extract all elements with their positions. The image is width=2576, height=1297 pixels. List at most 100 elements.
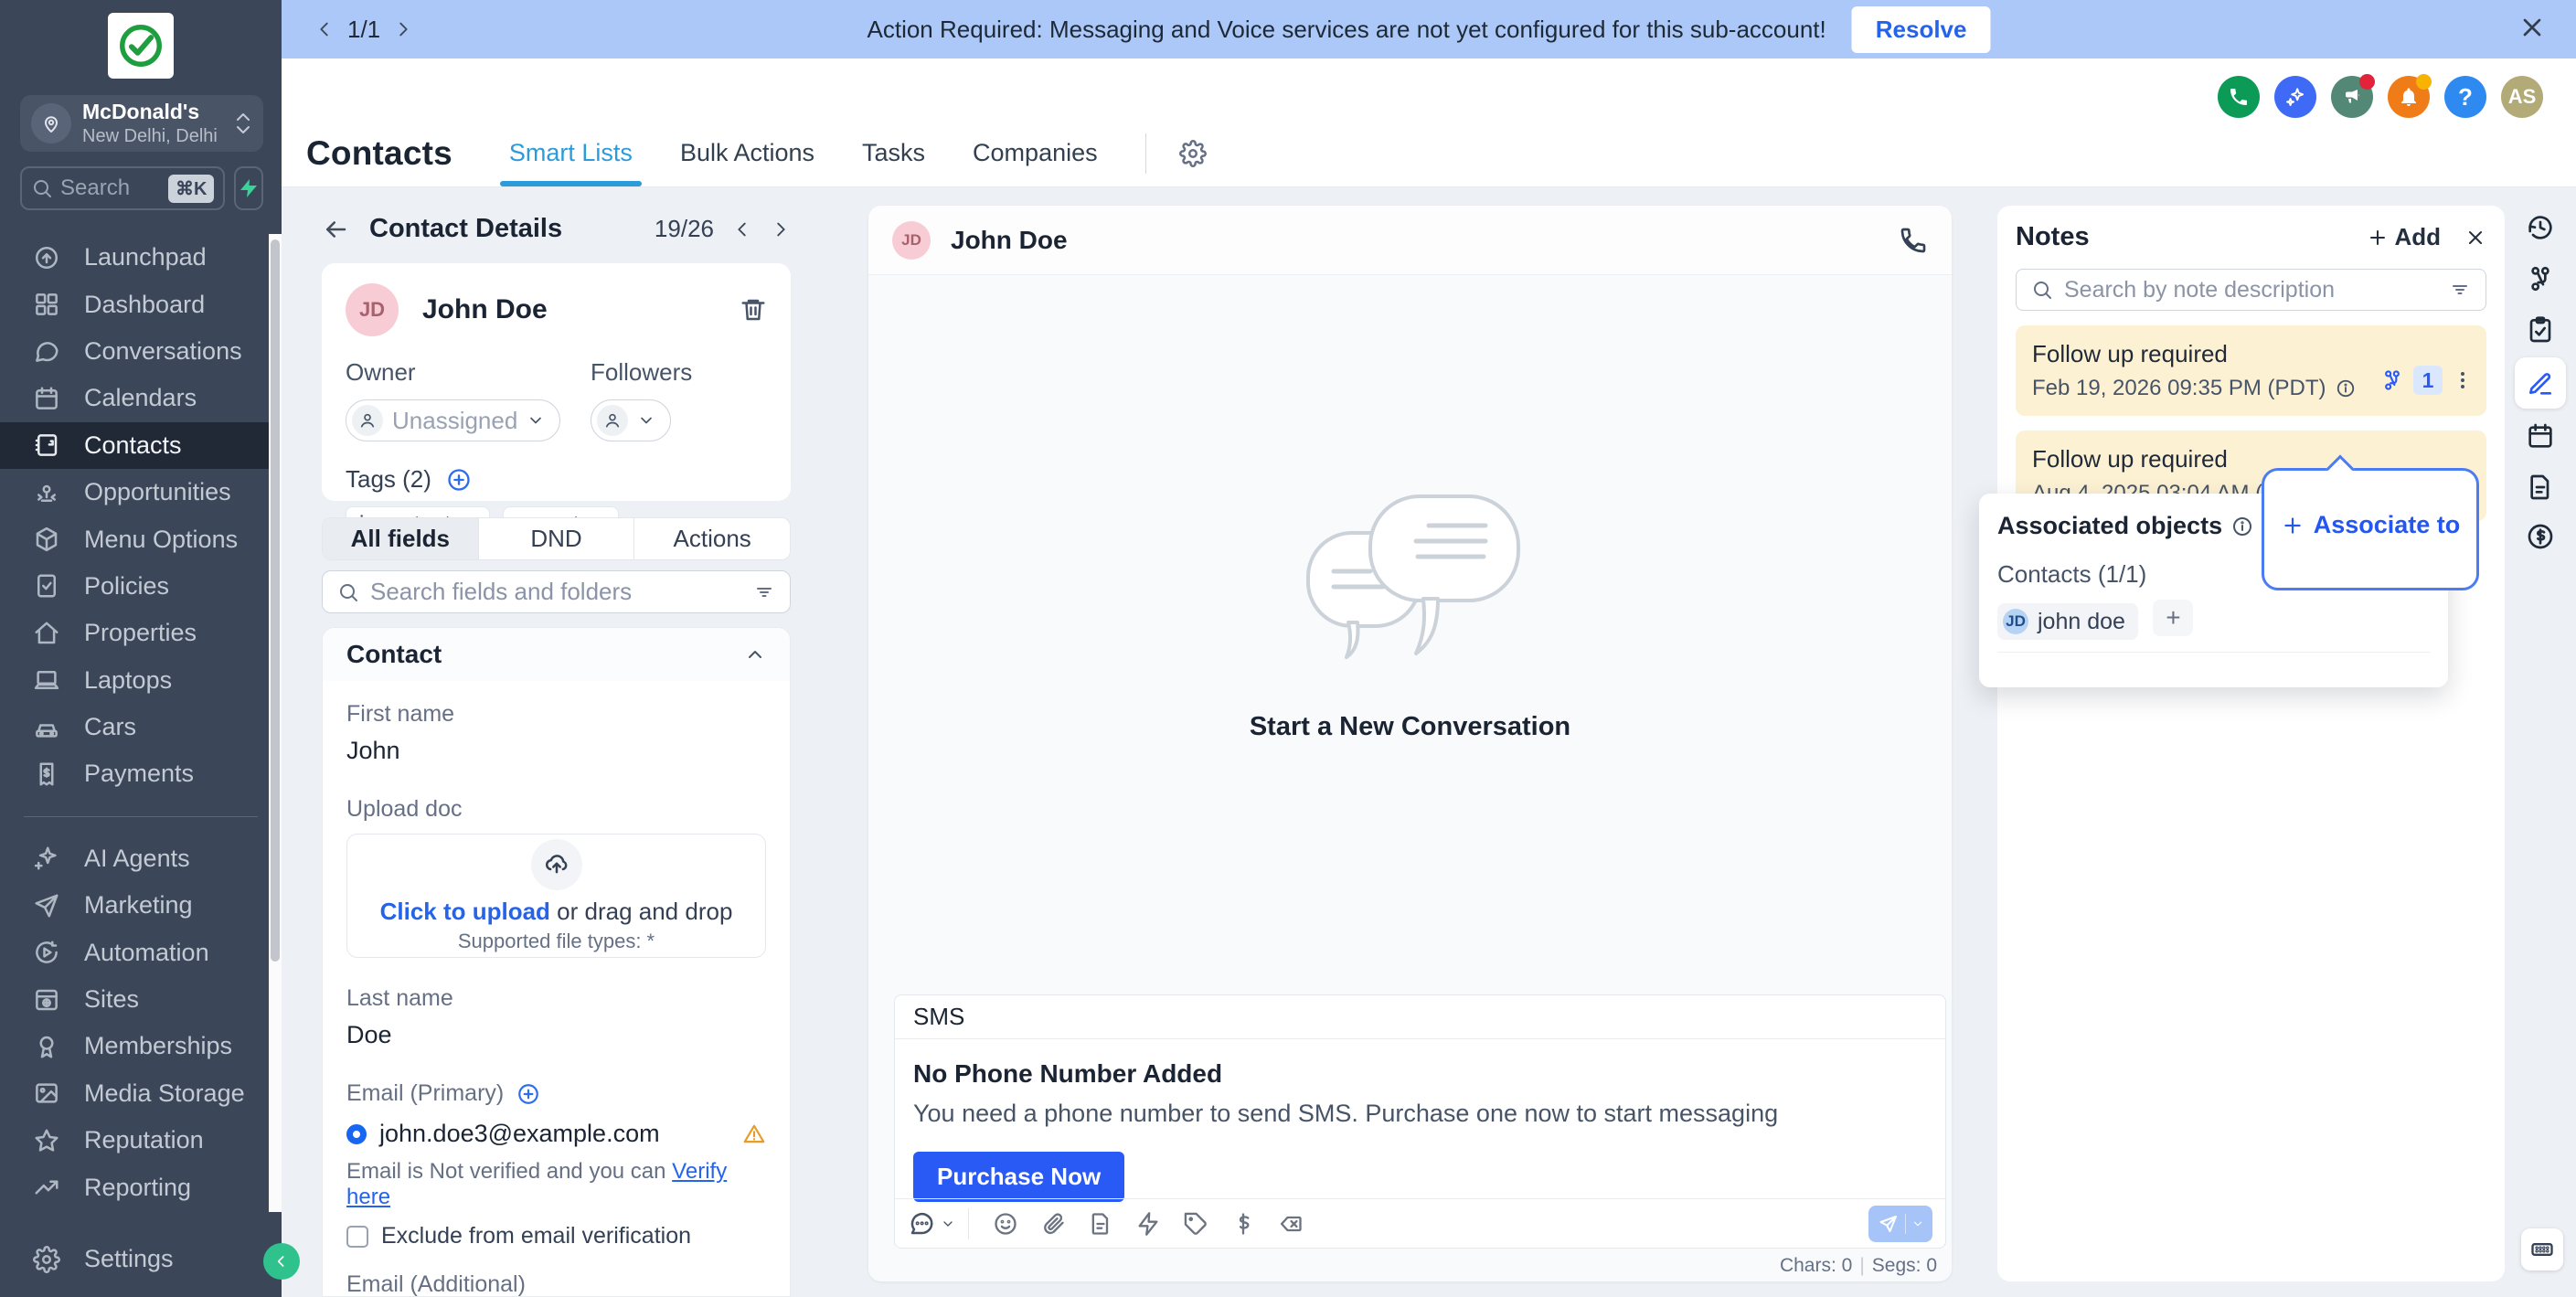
- last-name-value[interactable]: Doe: [346, 1021, 766, 1049]
- keyboard-shortcuts-button[interactable]: [2521, 1228, 2563, 1270]
- sidebar-item-cars[interactable]: Cars: [0, 704, 282, 750]
- sidebar-item-sites[interactable]: Sites: [0, 976, 282, 1023]
- associate-to-button[interactable]: Associate to: [2264, 511, 2476, 539]
- sidebar-item-reputation[interactable]: Reputation: [0, 1117, 282, 1164]
- delete-contact-icon[interactable]: [740, 296, 767, 324]
- sidebar-item-conversations[interactable]: Conversations: [0, 328, 282, 375]
- chevron-left-icon[interactable]: [314, 19, 335, 39]
- scrollbar-thumb[interactable]: [271, 239, 280, 962]
- help-button[interactable]: ?: [2444, 76, 2486, 118]
- trigger-links-icon[interactable]: [1135, 1211, 1161, 1237]
- prev-contact-icon[interactable]: [732, 219, 752, 239]
- close-notes-icon[interactable]: [2464, 227, 2486, 249]
- documents-icon[interactable]: [2526, 473, 2555, 502]
- sidebar-item-automation[interactable]: Automation: [0, 929, 282, 975]
- sidebar-item-contacts[interactable]: Contacts: [0, 422, 282, 469]
- sidebar-search-input[interactable]: [60, 175, 161, 201]
- tag-icon[interactable]: [1183, 1211, 1208, 1237]
- sidebar-item-policies[interactable]: Policies: [0, 563, 282, 610]
- emoji-icon[interactable]: [993, 1211, 1018, 1237]
- fields-search-input[interactable]: [370, 578, 742, 606]
- followers-select[interactable]: [591, 399, 671, 441]
- sidebar-item-properties[interactable]: Properties: [0, 610, 282, 656]
- upload-dropzone[interactable]: Click to upload or drag and drop Support…: [346, 834, 766, 958]
- sidebar-item-ai-agents[interactable]: AI Agents: [0, 835, 282, 882]
- sidebar-item-menu-options[interactable]: Menu Options: [0, 516, 282, 562]
- add-tag-icon[interactable]: [446, 467, 472, 493]
- exclude-verification-label: Exclude from email verification: [381, 1223, 691, 1249]
- email-primary-radio[interactable]: [346, 1124, 367, 1144]
- payments-icon[interactable]: [2526, 522, 2555, 551]
- user-avatar[interactable]: AS: [2501, 76, 2543, 118]
- account-switcher[interactable]: McDonald's New Delhi, Delhi: [20, 95, 263, 152]
- sidebar-item-settings[interactable]: Settings: [0, 1236, 282, 1282]
- fields-search[interactable]: [322, 570, 791, 613]
- sidebar-item-dashboard[interactable]: Dashboard: [0, 281, 282, 327]
- sidebar-item-calendars[interactable]: Calendars: [0, 375, 282, 421]
- filter-icon[interactable]: [2449, 279, 2471, 301]
- first-name-value[interactable]: John: [346, 737, 766, 765]
- tab-actions[interactable]: Actions: [634, 518, 790, 559]
- sms-tab[interactable]: SMS: [913, 1003, 964, 1031]
- add-email-icon[interactable]: [516, 1082, 540, 1106]
- sidebar-item-media-storage[interactable]: Media Storage: [0, 1070, 282, 1117]
- note-menu-icon[interactable]: [2452, 369, 2474, 391]
- ai-assistant-button[interactable]: [2274, 76, 2316, 118]
- add-note-button[interactable]: Add: [2367, 223, 2441, 251]
- clear-message-icon[interactable]: [1278, 1211, 1304, 1237]
- sidebar-item-marketing[interactable]: Marketing: [0, 882, 282, 929]
- notes-icon-active[interactable]: [2515, 357, 2566, 409]
- settings-gear-icon[interactable]: [1179, 140, 1207, 167]
- collapse-section-icon[interactable]: [744, 643, 766, 665]
- templates-icon[interactable]: [1088, 1211, 1113, 1237]
- phone-dialer-button[interactable]: [2218, 76, 2260, 118]
- sidebar-scrollbar[interactable]: [269, 234, 282, 1212]
- announcements-button[interactable]: [2331, 76, 2373, 118]
- filter-icon[interactable]: [753, 581, 775, 603]
- sidebar-item-laptops[interactable]: Laptops: [0, 657, 282, 704]
- chevron-down-icon: [1911, 1217, 1924, 1230]
- tab-companies[interactable]: Companies: [973, 139, 1098, 180]
- resolve-button[interactable]: Resolve: [1852, 6, 1991, 53]
- tasks-icon[interactable]: [2526, 315, 2555, 345]
- sidebar-item-opportunities[interactable]: Opportunities: [0, 469, 282, 516]
- tab-tasks[interactable]: Tasks: [862, 139, 925, 180]
- tab-dnd[interactable]: DND: [479, 518, 635, 559]
- sidebar-collapse-button[interactable]: [263, 1243, 300, 1280]
- tab-smart-lists[interactable]: Smart Lists: [509, 139, 633, 180]
- tab-all-fields[interactable]: All fields: [323, 518, 479, 559]
- chevron-right-icon[interactable]: [393, 19, 413, 39]
- association-icon[interactable]: [2380, 368, 2404, 392]
- payment-request-icon[interactable]: [1230, 1211, 1256, 1237]
- activity-history-icon[interactable]: [2526, 213, 2555, 242]
- call-icon[interactable]: [1899, 226, 1928, 255]
- notes-search[interactable]: [2016, 269, 2486, 311]
- tab-bulk-actions[interactable]: Bulk Actions: [680, 139, 814, 180]
- exclude-verification-checkbox[interactable]: [346, 1226, 368, 1248]
- email-primary-value[interactable]: john.doe3@example.com: [379, 1120, 660, 1148]
- associated-contact-chip[interactable]: JD john doe: [1997, 603, 2138, 640]
- attachment-icon[interactable]: [1040, 1211, 1066, 1237]
- notifications-button[interactable]: [2388, 76, 2430, 118]
- quick-actions-button[interactable]: [234, 166, 263, 210]
- back-arrow-icon[interactable]: [322, 216, 349, 243]
- appointments-icon[interactable]: [2526, 421, 2555, 451]
- sidebar-search[interactable]: ⌘K: [20, 166, 225, 210]
- notes-search-input[interactable]: [2064, 277, 2438, 303]
- purchase-now-button[interactable]: Purchase Now: [913, 1152, 1124, 1202]
- association-count-badge[interactable]: 1: [2413, 366, 2443, 395]
- banner-close-icon[interactable]: [2517, 13, 2547, 42]
- send-button[interactable]: [1868, 1206, 1932, 1242]
- sidebar-item-memberships[interactable]: Memberships: [0, 1023, 282, 1069]
- sidebar-item-payments[interactable]: Payments: [0, 750, 282, 797]
- click-to-upload-link[interactable]: Click to upload: [380, 898, 550, 925]
- associations-icon[interactable]: [2526, 264, 2555, 293]
- sidebar-item-reporting[interactable]: Reporting: [0, 1164, 282, 1210]
- channel-selector[interactable]: [908, 1210, 955, 1238]
- owner-select[interactable]: Unassigned: [346, 399, 560, 441]
- sidebar-item-launchpad[interactable]: Launchpad: [0, 234, 282, 281]
- add-association-chip[interactable]: +: [2153, 600, 2193, 636]
- keyboard-icon: [2529, 1237, 2555, 1262]
- note-card[interactable]: Follow up required Feb 19, 2026 09:35 PM…: [2016, 325, 2486, 416]
- next-contact-icon[interactable]: [771, 219, 791, 239]
